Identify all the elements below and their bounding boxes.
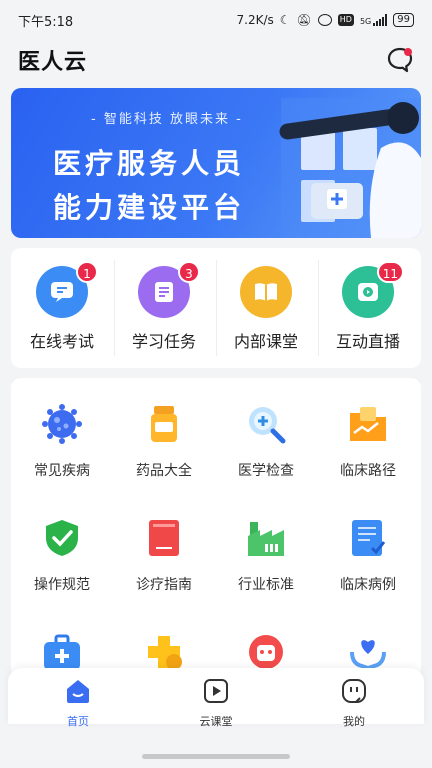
quick-action-label: 学习任务 xyxy=(131,332,196,351)
mute-icon: 🔕︎ xyxy=(296,13,312,27)
tab-label: 首页 xyxy=(67,715,89,728)
moon-icon: ☾ xyxy=(279,13,291,27)
folder-chart-icon xyxy=(346,402,390,446)
grid-item-industry-standards[interactable]: 行业标准 xyxy=(215,516,317,594)
grid-item-label: 临床路径 xyxy=(340,463,396,479)
grid-item-clinical-cases[interactable]: 临床病例 xyxy=(317,516,419,594)
alarm-icon xyxy=(317,14,332,26)
tab-label: 我的 xyxy=(343,715,365,728)
app-title: 医人云 xyxy=(18,50,88,75)
tab-home[interactable]: 首页 xyxy=(28,678,128,729)
virus-icon xyxy=(40,402,84,446)
play-icon xyxy=(204,679,228,703)
message-button[interactable] xyxy=(386,46,414,74)
banner-tagline: - 智能科技 放眼未来 - xyxy=(91,112,243,127)
banner-title-line2: 能力建设平台 xyxy=(53,191,246,224)
promo-banner[interactable]: - 智能科技 放眼未来 - 医疗服务人员 能力建设平台 xyxy=(11,88,421,238)
magnifier-icon xyxy=(244,402,288,446)
notification-badge: 3 xyxy=(178,261,200,283)
tab-cloud-class[interactable]: 云课堂 xyxy=(166,678,266,729)
grid-item-drug-encyclopedia[interactable]: 药品大全 xyxy=(113,402,215,480)
book-icon xyxy=(240,266,292,318)
status-bar: 下午5:18 7.2K/s ☾ 🔕︎ HD 5G 99 xyxy=(0,0,432,40)
tab-label: 云课堂 xyxy=(199,715,233,728)
quick-action-label: 互动直播 xyxy=(335,332,400,351)
message-icon xyxy=(387,47,413,73)
feature-grid: 常见疾病 药品大全 医学检查 临床路径 操作规范 诊疗指南 行业标准 临床病例 xyxy=(11,378,421,678)
grid-item-label: 诊疗指南 xyxy=(136,577,192,593)
quick-action-internal-class[interactable]: 内部课堂 xyxy=(215,266,317,352)
grid-item-label: 临床病例 xyxy=(340,577,396,593)
grid-item-label: 行业标准 xyxy=(238,577,294,593)
hd-icon: HD xyxy=(337,14,354,26)
grid-item-clinical-pathway[interactable]: 临床路径 xyxy=(317,402,419,480)
quick-actions-card: 1 在线考试 3 学习任务 内部课堂 11 互动直播 xyxy=(11,248,421,368)
network-type: 5G xyxy=(359,17,372,26)
grid-item-medical-exam[interactable]: 医学检查 xyxy=(215,402,317,480)
quick-action-study-tasks[interactable]: 3 学习任务 xyxy=(113,261,215,352)
battery-icon: 99 xyxy=(393,13,414,27)
battery-level: 99 xyxy=(397,14,410,25)
app-header: 医人云 xyxy=(0,40,432,80)
signal-icon: 5G xyxy=(359,14,388,26)
bottom-tab-bar: 首页 云课堂 我的 xyxy=(8,668,424,728)
factory-icon xyxy=(244,516,288,560)
medicine-bottle-icon xyxy=(142,402,186,446)
live-icon: 11 xyxy=(342,261,404,318)
grid-item-label: 常见疾病 xyxy=(34,463,90,479)
quick-action-label: 在线考试 xyxy=(29,332,94,351)
notification-badge: 11 xyxy=(376,261,404,283)
task-icon: 3 xyxy=(138,261,200,318)
shield-check-icon xyxy=(40,516,84,560)
home-icon xyxy=(67,680,89,703)
guide-book-icon xyxy=(142,516,186,560)
banner-title-line1: 医疗服务人员 xyxy=(53,147,246,180)
grid-item-label: 药品大全 xyxy=(136,463,192,479)
gesture-bar[interactable] xyxy=(142,754,290,759)
quick-action-online-exam[interactable]: 1 在线考试 xyxy=(11,261,113,352)
grid-item-label: 操作规范 xyxy=(34,577,90,593)
status-icons: 7.2K/s ☾ 🔕︎ HD 5G 99 xyxy=(237,13,414,27)
notification-badge: 1 xyxy=(76,261,98,283)
tab-profile[interactable]: 我的 xyxy=(304,678,404,729)
status-time: 下午5:18 xyxy=(18,14,74,30)
grid-item-label: 医学检查 xyxy=(238,463,294,479)
grid-item-common-diseases[interactable]: 常见疾病 xyxy=(11,402,113,480)
grid-item-operation-standards[interactable]: 操作规范 xyxy=(11,516,113,594)
quick-action-label: 内部课堂 xyxy=(233,332,298,351)
quick-action-live-stream[interactable]: 11 互动直播 xyxy=(317,261,419,352)
exam-icon: 1 xyxy=(36,261,98,318)
profile-icon xyxy=(342,679,366,703)
network-speed: 7.2K/s xyxy=(236,13,274,27)
case-document-icon xyxy=(346,516,390,560)
grid-item-treatment-guide[interactable]: 诊疗指南 xyxy=(113,516,215,594)
